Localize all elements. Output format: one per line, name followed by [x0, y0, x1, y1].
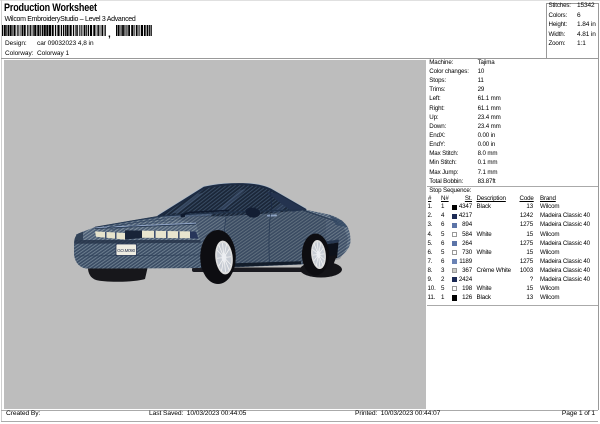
svg-text:GO.M090: GO.M090 — [117, 248, 136, 253]
svg-text:,: , — [108, 29, 111, 39]
